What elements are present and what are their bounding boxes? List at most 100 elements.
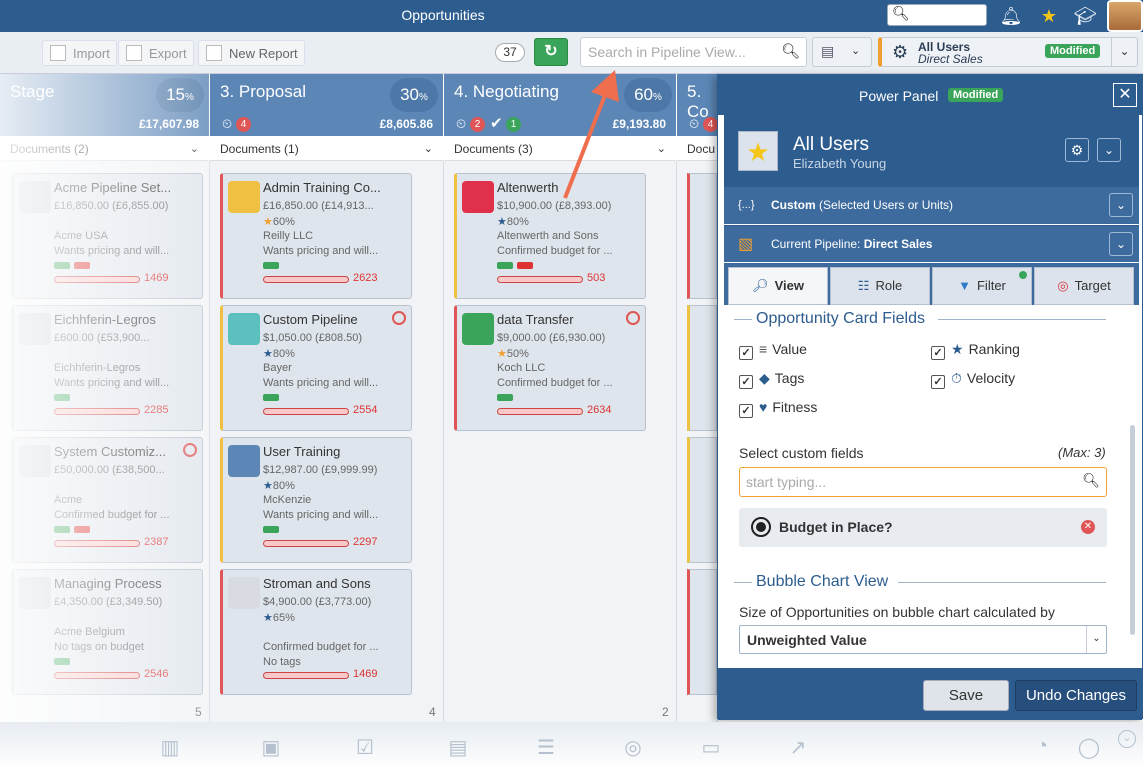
import-icon (50, 45, 66, 61)
import-button[interactable]: Import (42, 40, 117, 66)
opportunity-card[interactable]: Custom Pipeline $1,050.00 (£808.50) ★80% Ba… (220, 305, 412, 431)
scrollbar[interactable] (1130, 425, 1135, 635)
card-note: Wants pricing and will... (54, 377, 170, 389)
opportunity-card[interactable]: Acme Pipeline Set... £16,850.00 (£6,855.0… (11, 173, 203, 299)
opportunity-card[interactable]: System Customiz... £50,000.00 (£38,500...… (11, 437, 203, 563)
field-velocity-checkbox[interactable]: ✓ ⏱︎ Velocity (931, 370, 1015, 389)
search-icon: 🔍︎ (892, 5, 910, 21)
database-icon[interactable]: ◎ (621, 735, 645, 761)
new-report-button[interactable]: New Report (198, 40, 305, 66)
chevron-down-icon: ⌄ (423, 143, 433, 155)
tab-role[interactable]: ☷ Role (830, 267, 930, 305)
column-header: Stage 15% £17,607.98 (0, 74, 209, 136)
card-company: Acme Belgium (54, 626, 125, 638)
avatar[interactable] (1107, 0, 1143, 32)
save-button[interactable]: Save (923, 680, 1009, 711)
pipeline-filter-dropdown[interactable]: ▤ ⌄ (812, 37, 872, 67)
gear-icon[interactable]: ⚙ (1065, 138, 1089, 162)
opportunity-card[interactable] (687, 305, 717, 431)
building-icon[interactable]: ▥ (158, 735, 182, 761)
card-value: £4,350.00 (£3,349.50) (54, 596, 163, 608)
tab-view[interactable]: 🔎︎ View (728, 267, 828, 305)
company-logo (228, 181, 260, 213)
undo-changes-button[interactable]: Undo Changes (1015, 680, 1137, 711)
documents-dropdown[interactable]: Documents (2) ⌄ (0, 137, 209, 161)
opportunity-card[interactable]: Managing Process £4,350.00 (£3,349.50) Acm… (11, 569, 203, 695)
tab-filter[interactable]: ▼ Filter (932, 267, 1032, 305)
card-probability: ★80% (497, 216, 529, 228)
presentation-icon[interactable]: ▭ (699, 735, 723, 761)
card-title: Altenwerth (497, 180, 559, 195)
contact-card-icon[interactable]: ▣ (259, 735, 283, 761)
custom-selection-row[interactable]: {...} Custom (Selected Users or Units) ⌄ (724, 187, 1139, 224)
velocity-bar (497, 408, 583, 415)
export-icon (126, 45, 142, 61)
view-icon: 🔎︎ (752, 278, 769, 293)
card-value: $9,000.00 (£6,930.00) (497, 332, 606, 344)
checklist-icon[interactable]: ☑ (353, 735, 377, 761)
company-logo (19, 313, 51, 345)
opportunity-card[interactable] (687, 173, 717, 299)
user-name: All Users (793, 134, 870, 155)
filter-icon: ▼ (958, 278, 971, 293)
export-button[interactable]: Export (118, 40, 194, 66)
column-count: 4 (429, 705, 436, 719)
card-note: Confirmed budget for ... (263, 641, 379, 653)
opportunity-card[interactable]: data Transfer $9,000.00 (£6,930.00) ★50% Ko… (454, 305, 646, 431)
chevron-down-icon[interactable]: ⌄ (1109, 193, 1133, 217)
search-icon[interactable]: ◯ (1077, 735, 1101, 761)
opportunity-card[interactable]: User Training $12,987.00 (£9,999.99) ★80% M… (220, 437, 412, 563)
card-number: 2387 (144, 536, 169, 548)
radar-icon[interactable]: ◔ (1030, 735, 1054, 761)
chevron-down-icon[interactable]: ⌄ (1097, 138, 1121, 162)
card-value: $1,050.00 (£808.50) (263, 332, 363, 344)
star-icon[interactable]: ★ (1035, 2, 1063, 30)
custom-fields-max: (Max: 3) (1058, 445, 1106, 460)
user-selector[interactable]: ⚙ All Users Direct Sales Modified ⌄ (878, 37, 1138, 67)
chevron-down-icon[interactable]: ⌄ (1109, 232, 1133, 256)
field-ranking-checkbox[interactable]: ✓ ★ Ranking (931, 341, 1020, 360)
card-number: 1469 (353, 668, 378, 680)
opportunity-card[interactable]: Stroman and Sons $4,900.00 (£3,773.00) ★65… (220, 569, 412, 695)
remove-icon[interactable]: ✕ (1081, 520, 1095, 534)
column-title: 4. Negotiating (454, 82, 559, 101)
card-title: data Transfer (497, 312, 574, 327)
company-logo (19, 577, 51, 609)
company-logo (462, 313, 494, 345)
opportunity-card[interactable]: Admin Training Co... £16,850.00 (£14,913.… (220, 173, 412, 299)
tag-chip (497, 262, 513, 269)
chevron-down-icon[interactable]: ⌄ (1118, 730, 1136, 748)
field-tags-checkbox[interactable]: ✓ ◆ Tags (739, 370, 804, 389)
arrow-shaft (563, 89, 609, 199)
documents-dropdown[interactable]: Docu (677, 137, 718, 161)
opportunity-card[interactable] (687, 569, 717, 695)
chevron-down-icon: ⌄ (189, 143, 199, 155)
column-title: Stage (10, 82, 55, 101)
report-icon (206, 45, 222, 61)
graduation-cap-icon[interactable]: 🎓︎ (1071, 2, 1099, 30)
card-note: Confirmed budget for ... (497, 245, 613, 257)
current-pipeline-row[interactable]: ▧ Current Pipeline: Direct Sales ⌄ (724, 225, 1139, 262)
global-search-input[interactable]: 🔍︎ (887, 4, 987, 26)
field-fitness-checkbox[interactable]: ✓ ♥ Fitness (739, 399, 817, 418)
custom-fields-input[interactable]: start typing... 🔍︎ (739, 467, 1107, 497)
field-value-checkbox[interactable]: ✓ ≡ Value (739, 341, 807, 360)
opportunity-card[interactable] (687, 437, 717, 563)
documents-dropdown[interactable]: Documents (1) ⌄ (210, 137, 443, 161)
tasks-icon[interactable]: ☰ (534, 735, 558, 761)
won-count: 1 (506, 117, 521, 132)
tab-target[interactable]: ◎ Target (1034, 267, 1134, 305)
pipeline-search-input[interactable]: Search in Pipeline View... 🔍︎ (580, 37, 807, 67)
refresh-button[interactable]: ↻ (534, 38, 568, 66)
bubble-size-select[interactable]: Unweighted Value ⌄ (739, 625, 1107, 654)
document-icon[interactable]: ▤ (446, 735, 470, 761)
chart-icon[interactable]: ↗ (786, 735, 810, 761)
opportunity-card[interactable]: Eichhferin-Legros £600.00 (£53,900... Eich… (11, 305, 203, 431)
chevron-down-icon[interactable]: ⌄ (1111, 38, 1137, 66)
bell-icon[interactable]: 🔔︎ (997, 2, 1025, 30)
bubble-size-label: Size of Opportunities on bubble chart ca… (739, 604, 1055, 620)
selected-custom-field: Budget in Place? ✕ (739, 508, 1107, 547)
close-icon[interactable]: ✕ (1113, 83, 1137, 107)
card-company: Reilly LLC (263, 230, 314, 242)
radio-icon (751, 517, 771, 537)
